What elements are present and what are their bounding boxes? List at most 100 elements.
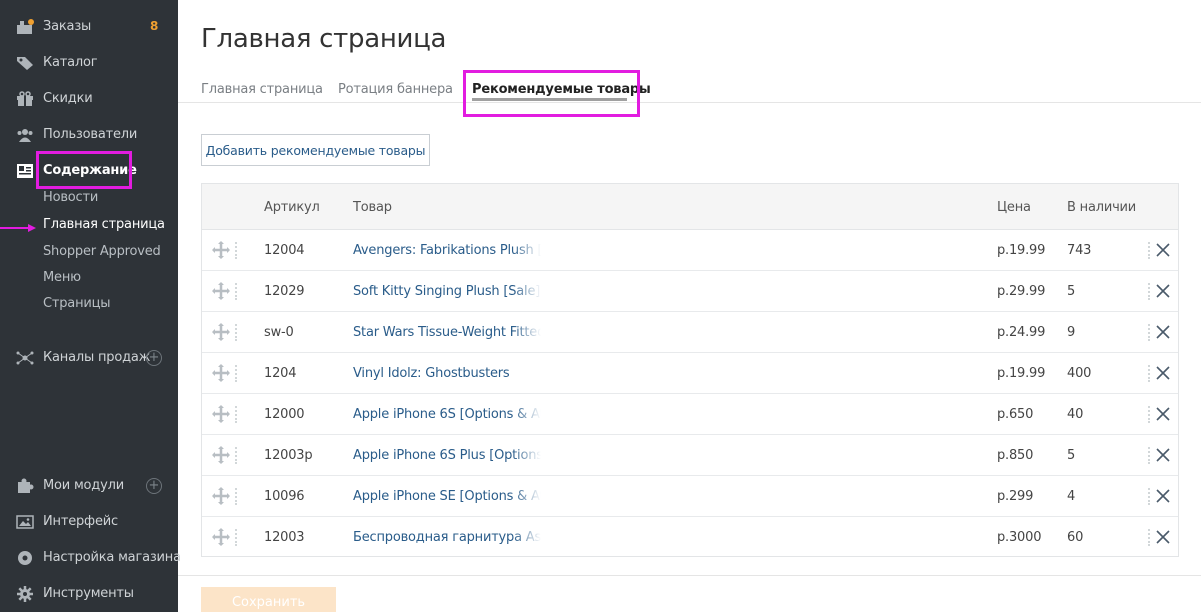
cell-product-link[interactable]: Apple iPhone 6S Plus [Options & bbox=[353, 448, 541, 463]
cell-product-link[interactable]: Soft Kitty Singing Plush [Sale] [R bbox=[353, 284, 541, 299]
cell-stock: 9 bbox=[1067, 325, 1076, 340]
sidebar-item-users[interactable]: Пользователи bbox=[0, 121, 178, 149]
sidebar-subitem-news[interactable]: Новости bbox=[43, 190, 98, 205]
row-menu-dots-icon bbox=[1147, 487, 1151, 505]
cell-stock: 4 bbox=[1067, 489, 1076, 504]
drag-handle-icon[interactable] bbox=[212, 446, 230, 464]
sidebar-item-label: Содержание bbox=[43, 163, 137, 178]
drag-dots-icon bbox=[234, 364, 238, 382]
sidebar-item-content[interactable]: Содержание bbox=[0, 157, 178, 185]
row-menu-dots-icon bbox=[1147, 405, 1151, 423]
sidebar-item-label: Настройка магазина bbox=[43, 550, 181, 565]
network-icon bbox=[16, 351, 34, 365]
drag-handle-icon[interactable] bbox=[212, 528, 230, 546]
puzzle-icon bbox=[18, 478, 34, 493]
sidebar-item-label: Мои модули bbox=[43, 478, 124, 493]
tag-icon bbox=[17, 57, 33, 70]
sidebar-item-label: Каналы продаж bbox=[43, 350, 151, 365]
cell-sku: 12029 bbox=[264, 284, 305, 299]
cell-product-link[interactable]: Vinyl Idolz: Ghostbusters bbox=[353, 366, 541, 381]
row-menu-dots-icon bbox=[1147, 528, 1151, 546]
table-row: 10096 Apple iPhone SE [Options & Attr р.29… bbox=[202, 476, 1178, 517]
remove-row-close-icon[interactable] bbox=[1155, 488, 1171, 504]
remove-row-close-icon[interactable] bbox=[1155, 529, 1171, 545]
cell-price: р.3000 bbox=[997, 530, 1042, 545]
sidebar-item-label: Скидки bbox=[43, 91, 93, 106]
cell-stock: 5 bbox=[1067, 284, 1076, 299]
sidebar-item-discounts[interactable]: Скидки bbox=[0, 85, 178, 113]
drag-handle-icon[interactable] bbox=[212, 323, 230, 341]
drag-handle-icon[interactable] bbox=[212, 487, 230, 505]
drag-handle-icon[interactable] bbox=[212, 241, 230, 259]
table-row: 12029 Soft Kitty Singing Plush [Sale] [R р… bbox=[202, 271, 1178, 312]
sidebar-item-label: Инструменты bbox=[43, 586, 134, 601]
cell-product-link[interactable]: Беспроводная гарнитура Astro bbox=[353, 530, 541, 545]
remove-row-close-icon[interactable] bbox=[1155, 324, 1171, 340]
column-header-sku: Артикул bbox=[264, 200, 320, 215]
tab-homepage[interactable]: Главная страница bbox=[201, 82, 323, 97]
table-row: 12004 Avengers: Fabrikations Plush [R р.19… bbox=[202, 230, 1178, 271]
cell-price: р.19.99 bbox=[997, 366, 1046, 381]
column-header-product: Товар bbox=[353, 200, 392, 215]
save-button[interactable]: Сохранить bbox=[201, 587, 336, 612]
sidebar-subitem-menu[interactable]: Меню bbox=[43, 270, 81, 285]
image-icon bbox=[16, 515, 34, 529]
tab-banner-rotation[interactable]: Ротация баннера bbox=[338, 82, 453, 97]
drag-dots-icon bbox=[234, 323, 238, 341]
sidebar-subitem-homepage[interactable]: Главная страница bbox=[43, 217, 165, 232]
cell-sku: 1204 bbox=[264, 366, 297, 381]
sidebar-subitem-pages[interactable]: Страницы bbox=[43, 296, 111, 311]
cell-product-link[interactable]: Star Wars Tissue-Weight Fitted bbox=[353, 325, 541, 340]
sidebar-item-store-settings[interactable]: Настройка магазина bbox=[0, 544, 181, 572]
row-menu-dots-icon bbox=[1147, 282, 1151, 300]
cell-product-link[interactable]: Avengers: Fabrikations Plush [R bbox=[353, 243, 541, 258]
remove-row-close-icon[interactable] bbox=[1155, 283, 1171, 299]
drag-handle-icon[interactable] bbox=[212, 364, 230, 382]
sidebar-item-orders[interactable]: Заказы 8 bbox=[0, 13, 178, 41]
sidebar-item-tools[interactable]: Инструменты bbox=[0, 580, 178, 608]
featured-products-table: Артикул Товар Цена В наличии 12004 Avenge… bbox=[201, 183, 1179, 557]
row-menu-dots-icon bbox=[1147, 446, 1151, 464]
sidebar-item-interface[interactable]: Интерфейс bbox=[0, 508, 178, 536]
row-menu-dots-icon bbox=[1147, 323, 1151, 341]
drag-dots-icon bbox=[234, 487, 238, 505]
drag-handle-icon[interactable] bbox=[212, 282, 230, 300]
cell-price: р.650 bbox=[997, 407, 1034, 422]
add-sales-channel-plus-icon[interactable]: + bbox=[146, 350, 162, 366]
sidebar: Заказы 8 Каталог Скидки Пользователи Сод… bbox=[0, 0, 181, 612]
remove-row-close-icon[interactable] bbox=[1155, 242, 1171, 258]
cell-stock: 60 bbox=[1067, 530, 1084, 545]
orders-icon bbox=[17, 19, 34, 34]
sidebar-item-sales-channels[interactable]: Каналы продаж + bbox=[0, 344, 178, 372]
cell-price: р.19.99 bbox=[997, 243, 1046, 258]
sidebar-item-label: Интерфейс bbox=[43, 514, 118, 529]
cell-product-link[interactable]: Apple iPhone 6S [Options & Attr bbox=[353, 407, 541, 422]
sidebar-item-catalog[interactable]: Каталог bbox=[0, 49, 178, 77]
cell-stock: 40 bbox=[1067, 407, 1084, 422]
sidebar-item-my-modules[interactable]: Мои модули + bbox=[0, 472, 178, 500]
row-menu-dots-icon bbox=[1147, 364, 1151, 382]
remove-row-close-icon[interactable] bbox=[1155, 406, 1171, 422]
cell-stock: 400 bbox=[1067, 366, 1092, 381]
gear-icon bbox=[17, 586, 33, 602]
remove-row-close-icon[interactable] bbox=[1155, 365, 1171, 381]
sidebar-subitem-shopper-approved[interactable]: Shopper Approved bbox=[43, 244, 161, 259]
store-settings-icon bbox=[18, 551, 32, 565]
sidebar-item-label: Каталог bbox=[43, 55, 98, 70]
add-featured-products-button[interactable]: Добавить рекомендуемые товары bbox=[201, 134, 430, 166]
drag-handle-icon[interactable] bbox=[212, 405, 230, 423]
page-title: Главная страница bbox=[201, 24, 447, 54]
tab-featured-products[interactable]: Рекомендуемые товары bbox=[472, 82, 651, 97]
add-module-plus-icon[interactable]: + bbox=[146, 478, 162, 494]
table-row: 12000 Apple iPhone 6S [Options & Attr р.65… bbox=[202, 394, 1178, 435]
cell-product-link[interactable]: Apple iPhone SE [Options & Attr bbox=[353, 489, 541, 504]
cell-sku: 12000 bbox=[264, 407, 305, 422]
table-row: 12003p Apple iPhone 6S Plus [Options & р.8… bbox=[202, 435, 1178, 476]
sidebar-item-label: Заказы bbox=[43, 19, 92, 34]
content-icon bbox=[17, 164, 33, 178]
cell-price: р.850 bbox=[997, 448, 1034, 463]
column-header-price: Цена bbox=[997, 200, 1031, 215]
remove-row-close-icon[interactable] bbox=[1155, 447, 1171, 463]
cell-sku: sw-0 bbox=[264, 325, 294, 340]
cell-sku: 12003p bbox=[264, 448, 313, 463]
